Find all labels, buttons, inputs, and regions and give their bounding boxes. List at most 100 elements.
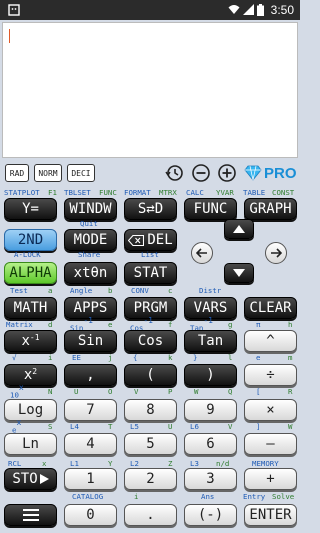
label-func-top: FUNC — [99, 188, 117, 197]
label-test: Test — [10, 286, 28, 295]
arrow-left-icon — [196, 248, 207, 258]
label-w-lower: W — [288, 422, 293, 431]
divide-key[interactable]: ÷ — [244, 364, 297, 386]
eight-key[interactable]: 8 — [124, 399, 177, 421]
backspace-icon — [128, 234, 145, 246]
tan-key[interactable]: Tan — [184, 330, 237, 352]
arrow-left-key[interactable] — [191, 242, 213, 264]
second-key[interactable]: 2ND — [4, 229, 57, 251]
minus-key[interactable]: — — [244, 433, 297, 455]
label-i-top: i — [48, 353, 53, 362]
four-key[interactable]: 4 — [64, 433, 117, 455]
label-q: Q — [228, 387, 233, 396]
zoom-out-icon[interactable] — [190, 162, 212, 184]
label-solve: Solve — [272, 492, 295, 501]
cos-key[interactable]: Cos — [124, 330, 177, 352]
decimal-key[interactable]: . — [124, 504, 177, 526]
arrow-up-icon — [233, 225, 245, 233]
label-rcl: RCL — [8, 459, 22, 468]
negate-key[interactable]: (-) — [184, 504, 237, 526]
rad-mode-button[interactable]: RAD — [5, 164, 29, 182]
arrow-down-key[interactable] — [224, 263, 254, 283]
label-v-lower: V — [228, 422, 233, 431]
mode-toolbar: RAD NORM DECI PRO — [0, 160, 300, 186]
label-l1: L1 — [70, 459, 79, 468]
label-e: e — [108, 320, 113, 329]
graph-key[interactable]: GRAPH — [244, 198, 297, 220]
xt-theta-n-key[interactable]: xtθn — [64, 262, 117, 284]
nine-key[interactable]: 9 — [184, 399, 237, 421]
label-mtrx: MTRX — [159, 188, 177, 197]
zoom-in-icon[interactable] — [216, 162, 238, 184]
delete-key[interactable]: DEL — [124, 229, 177, 251]
multiply-key[interactable]: × — [244, 399, 297, 421]
label-nd: n/d — [216, 459, 230, 468]
label-d: d — [48, 320, 53, 329]
power-key[interactable]: ^ — [244, 330, 297, 352]
label-ans: Ans — [201, 492, 215, 501]
two-key[interactable]: 2 — [124, 468, 177, 490]
y-equals-key[interactable]: Y= — [4, 198, 57, 220]
label-l5: L5 — [130, 422, 139, 431]
enter-key[interactable]: ENTER — [244, 504, 297, 526]
label-sqrt: √ — [12, 353, 17, 362]
reciprocal-base: x — [21, 333, 30, 349]
label-calc: CALC — [186, 188, 204, 197]
label-angle: Angle — [70, 286, 93, 295]
label-entry: Entry — [243, 492, 266, 501]
reciprocal-key[interactable]: x -1 — [4, 330, 57, 352]
label-tblset: TBLSET — [64, 188, 91, 197]
math-key[interactable]: MATH — [4, 297, 57, 319]
label-n: N — [48, 387, 53, 396]
label-w: W — [194, 387, 199, 396]
zero-key[interactable]: 0 — [64, 504, 117, 526]
label-b: b — [108, 286, 113, 295]
one-key[interactable]: 1 — [64, 468, 117, 490]
pro-upgrade-button[interactable]: PRO — [244, 163, 298, 183]
stat-key[interactable]: STAT — [124, 262, 177, 284]
norm-mode-button[interactable]: NORM — [34, 164, 62, 182]
sin-key[interactable]: Sin — [64, 330, 117, 352]
label-p: P — [168, 387, 173, 396]
label-x: x — [42, 459, 47, 468]
mode-key[interactable]: MODE — [64, 229, 117, 251]
three-key[interactable]: 3 — [184, 468, 237, 490]
label-catalog: CATALOG — [72, 492, 104, 501]
func-key[interactable]: FUNC — [184, 198, 237, 220]
six-key[interactable]: 6 — [184, 433, 237, 455]
store-key[interactable]: STO — [4, 468, 57, 490]
plus-key[interactable]: + — [244, 468, 297, 490]
clock-time: 3:50 — [270, 3, 294, 17]
square-key[interactable]: x2 — [4, 364, 57, 386]
calculator-display[interactable] — [2, 22, 298, 158]
s-d-toggle-key[interactable]: S⇄D — [124, 198, 177, 220]
right-paren-key[interactable]: ) — [184, 364, 237, 386]
window-key[interactable]: WINDW — [64, 198, 117, 220]
label-a: a — [48, 286, 53, 295]
deci-mode-button[interactable]: DECI — [67, 164, 95, 182]
pro-label: PRO — [264, 164, 297, 182]
menu-key[interactable] — [4, 504, 57, 526]
label-statplot: STATPLOT — [4, 188, 40, 197]
label-conv: CONV — [131, 286, 149, 295]
clear-key[interactable]: CLEAR — [244, 297, 297, 319]
label-c: c — [168, 286, 173, 295]
comma-key[interactable]: , — [64, 364, 117, 386]
history-icon[interactable] — [163, 162, 185, 184]
log-key[interactable]: Log — [4, 399, 57, 421]
left-paren-key[interactable]: ( — [124, 364, 177, 386]
square-base: x — [23, 367, 33, 383]
label-pi: π — [256, 320, 261, 329]
label-t: T — [108, 422, 113, 431]
ln-key[interactable]: Ln — [4, 433, 57, 455]
five-key[interactable]: 5 — [124, 433, 177, 455]
arrow-right-key[interactable] — [265, 242, 287, 264]
label-u: U — [74, 387, 79, 396]
label-z: Z — [168, 459, 173, 468]
label-l6: L6 — [190, 422, 199, 431]
label-r: R — [288, 387, 293, 396]
seven-key[interactable]: 7 — [64, 399, 117, 421]
label-k: k — [168, 353, 173, 362]
arrow-up-key[interactable] — [224, 219, 254, 239]
alpha-key[interactable]: ALPHA — [4, 262, 57, 284]
